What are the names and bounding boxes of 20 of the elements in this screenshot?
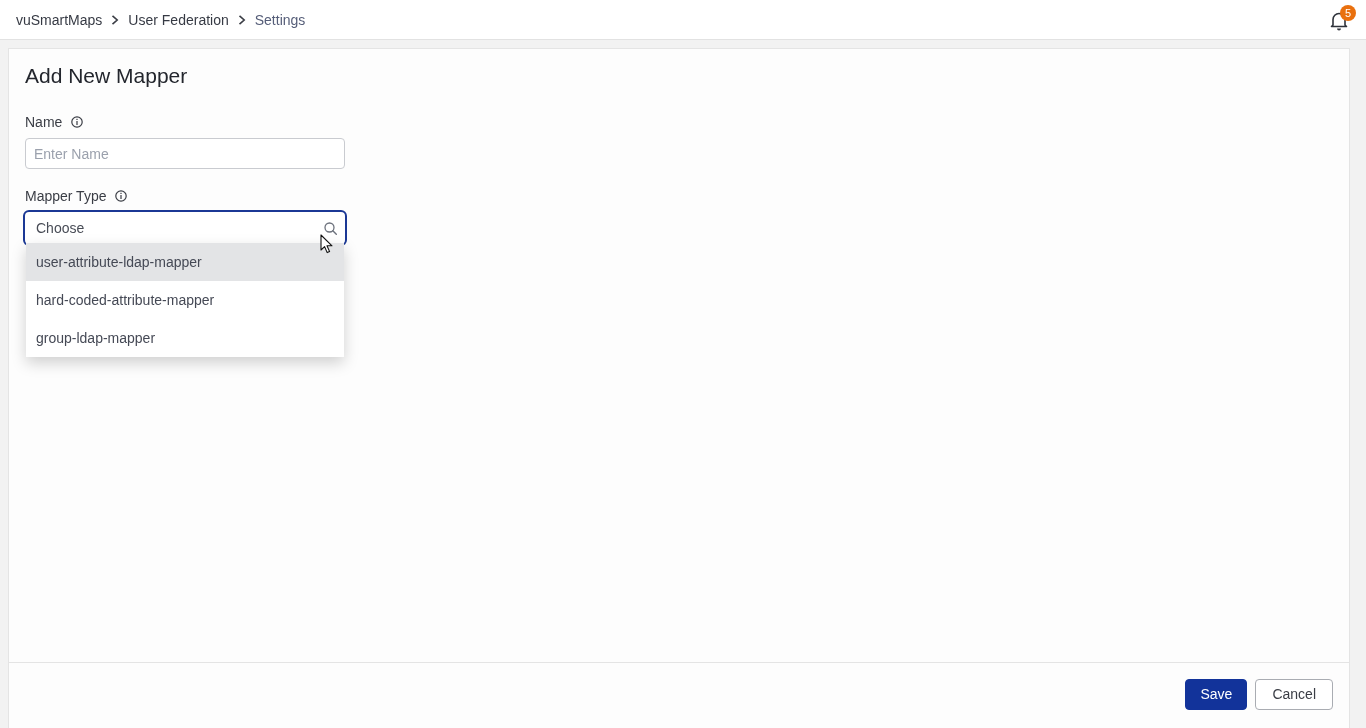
dropdown-option[interactable]: user-attribute-ldap-mapper	[26, 243, 344, 281]
chevron-icon	[111, 14, 120, 25]
form-title: Add New Mapper	[25, 63, 188, 89]
notification-count: 5	[1340, 4, 1356, 21]
info-icon	[115, 190, 128, 202]
dropdown-option[interactable]: group-ldap-mapper	[26, 319, 344, 357]
chevron-icon	[237, 14, 246, 25]
current-page-label: Settings	[254, 10, 306, 30]
field-label: Mapper Type	[25, 187, 107, 206]
search-icon	[324, 221, 337, 235]
cancel-button[interactable]: Cancel	[1255, 679, 1333, 710]
breadcrumb-link[interactable]: vuSmartMaps	[16, 9, 103, 30]
field-label: Name	[25, 113, 63, 132]
dropdown-option[interactable]: hard-coded-attribute-mapper	[26, 281, 344, 319]
info-icon	[71, 116, 84, 128]
text-input[interactable]: Enter Name	[25, 138, 345, 169]
cursor-icon	[320, 234, 333, 254]
breadcrumb-link[interactable]: User Federation	[128, 9, 229, 30]
save-button[interactable]: Save	[1185, 679, 1248, 710]
select-field[interactable]: Choose	[23, 210, 347, 246]
